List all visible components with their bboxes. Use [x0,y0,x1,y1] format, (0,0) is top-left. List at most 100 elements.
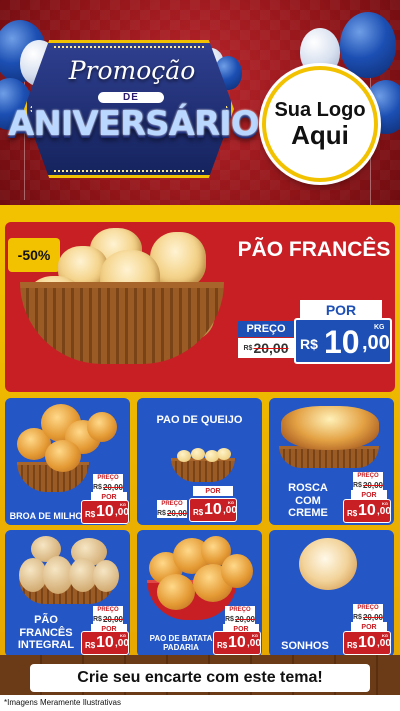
title-line: FRANCÊS [19,626,73,639]
new-price: R$ 10 ,00 KG [81,500,129,524]
product-card-pao-de-queijo[interactable]: PAO DE QUEIJO PREÇO R$ 20,00 POR R$ 10 ,0… [137,398,262,525]
cheese-bread-image [191,448,205,460]
unit-label: KG [252,633,258,638]
product-card-rosca-com-creme[interactable]: ROSCA COM CREME PREÇO R$ 20,00 POR R$ 10 … [269,398,394,525]
currency-label: R$ [85,641,96,650]
hero-preco-label: PREÇO [238,321,294,337]
price-decimal: ,00 [377,506,391,517]
new-price: R$ 10 ,00 KG [81,631,129,655]
old-price: R$ 20,00 [353,612,383,622]
preco-label: PREÇO [353,472,383,480]
logo-text-line1: Sua Logo [274,98,366,121]
currency-label: R$ [157,509,166,517]
promo-de-label: DE [98,92,164,103]
old-price-value: 20,00 [234,614,255,624]
currency-label: R$ [353,613,362,621]
broa-image [87,412,117,442]
title-line: PAO DE BATATA [149,634,213,643]
broa-image [45,440,81,472]
title-line: PADARIA [163,643,199,653]
old-price-value: 20,00 [102,614,123,624]
product-title: SONHOS [281,640,329,652]
product-card-pao-frances-integral[interactable]: PÃO FRANCÊS INTEGRAL PREÇO R$ 20,00 POR R… [5,530,130,657]
title-line: CREME [288,507,328,520]
hero-por-label: POR [300,300,382,320]
cheese-bread-image [217,448,231,460]
old-price-value: 20,00 [102,482,123,492]
promo-main-title: ANIVERSÁRIO [8,104,260,144]
price-decimal: ,00 [223,505,237,516]
title-line: ROSCA [288,482,328,494]
currency-label: R$ [85,510,96,519]
currency-label: R$ [93,615,102,623]
title-line: INTEGRAL [17,639,75,652]
currency-label: R$ [93,483,102,491]
new-price: R$ 10 ,00 KG [343,631,391,655]
currency-label: R$ [353,481,362,489]
promo-title: Promoção [68,56,196,85]
price-decimal: ,00 [362,332,390,354]
hero-product-title: PÃO FRANCÊS [237,238,391,261]
currency-label: R$ [217,641,228,650]
preco-label: PREÇO [93,474,123,482]
unit-label: KG [382,633,388,638]
preco-label: PREÇO [225,606,255,614]
price-decimal: ,00 [247,638,261,649]
bread-roll-image [93,560,119,592]
old-price-value: 20,00 [166,508,187,518]
currency-label: R$ [193,508,204,517]
footer-disclaimer: *Imagens Meramente Ilustrativas [0,695,400,711]
product-title: PAO DE BATATA PADARIA [141,634,221,652]
currency-label: R$ [347,509,358,518]
discount-badge: -50% [8,238,60,272]
logo-placeholder[interactable]: Sua Logo Aqui [262,66,378,182]
preco-label: PREÇO [93,606,123,614]
new-price: R$ 10 ,00 KG [343,499,391,523]
sonho-image [299,538,357,590]
currency-label: R$ [300,336,318,352]
por-label: POR [193,486,233,496]
price-decimal: ,00 [115,507,129,518]
old-price: R$ 20,00 [93,482,123,492]
price-decimal: ,00 [115,638,129,649]
product-card-pao-de-batata[interactable]: PAO DE BATATA PADARIA PREÇO R$ 20,00 POR … [137,530,262,657]
price-integer: 10 [96,634,114,651]
hero-new-price: R$ 10 ,00 KG [294,318,392,364]
old-price-value: 20,00 [362,612,383,622]
currency-label: R$ [347,641,358,650]
product-title: PÃO FRANCÊS INTEGRAL [9,614,83,652]
price-integer: 10 [204,501,222,518]
price-integer: 10 [96,503,114,520]
price-integer: 10 [228,634,246,651]
currency-label: R$ [243,344,253,352]
product-card-broa-de-milho[interactable]: BROA DE MILHO PREÇO R$ 20,00 POR R$ 10 ,0… [5,398,130,525]
title-line: PÃO [34,614,58,626]
unit-label: KG [228,500,234,505]
price-integer: 10 [358,634,376,651]
hero-old-price: R$ 20,00 [238,338,294,358]
balloon-blue [340,12,396,78]
cta-banner[interactable]: Crie seu encarte com este tema! [30,664,370,692]
old-price-value: 20,00 [362,480,383,490]
product-card-sonhos[interactable]: SONHOS PREÇO R$ 20,00 POR R$ 10 ,00 KG [269,530,394,657]
flyer: Promoção DE ANIVERSÁRIO Sua Logo Aqui -5… [0,0,400,711]
title-line: COM [295,494,321,507]
old-price-value: 20,00 [253,340,289,356]
currency-label: R$ [225,615,234,623]
cheese-bread-image [177,450,191,462]
new-price: R$ 10 ,00 KG [189,498,237,522]
preco-label: PREÇO [353,604,383,612]
logo-text-line2: Aqui [291,119,349,150]
product-title: ROSCA COM CREME [279,482,337,520]
unit-label: KG [120,502,126,507]
preco-label: PREÇO [157,500,187,508]
potato-bread-image [221,554,253,588]
old-price: R$ 20,00 [93,614,123,624]
potato-bread-image [157,574,195,610]
unit-label: KG [374,324,385,331]
price-decimal: ,00 [377,638,391,649]
header-banner: Promoção DE ANIVERSÁRIO Sua Logo Aqui [0,0,400,210]
product-title: PAO DE QUEIJO [156,414,243,426]
new-price: R$ 10 ,00 KG [213,631,261,655]
rosca-image [281,406,379,450]
